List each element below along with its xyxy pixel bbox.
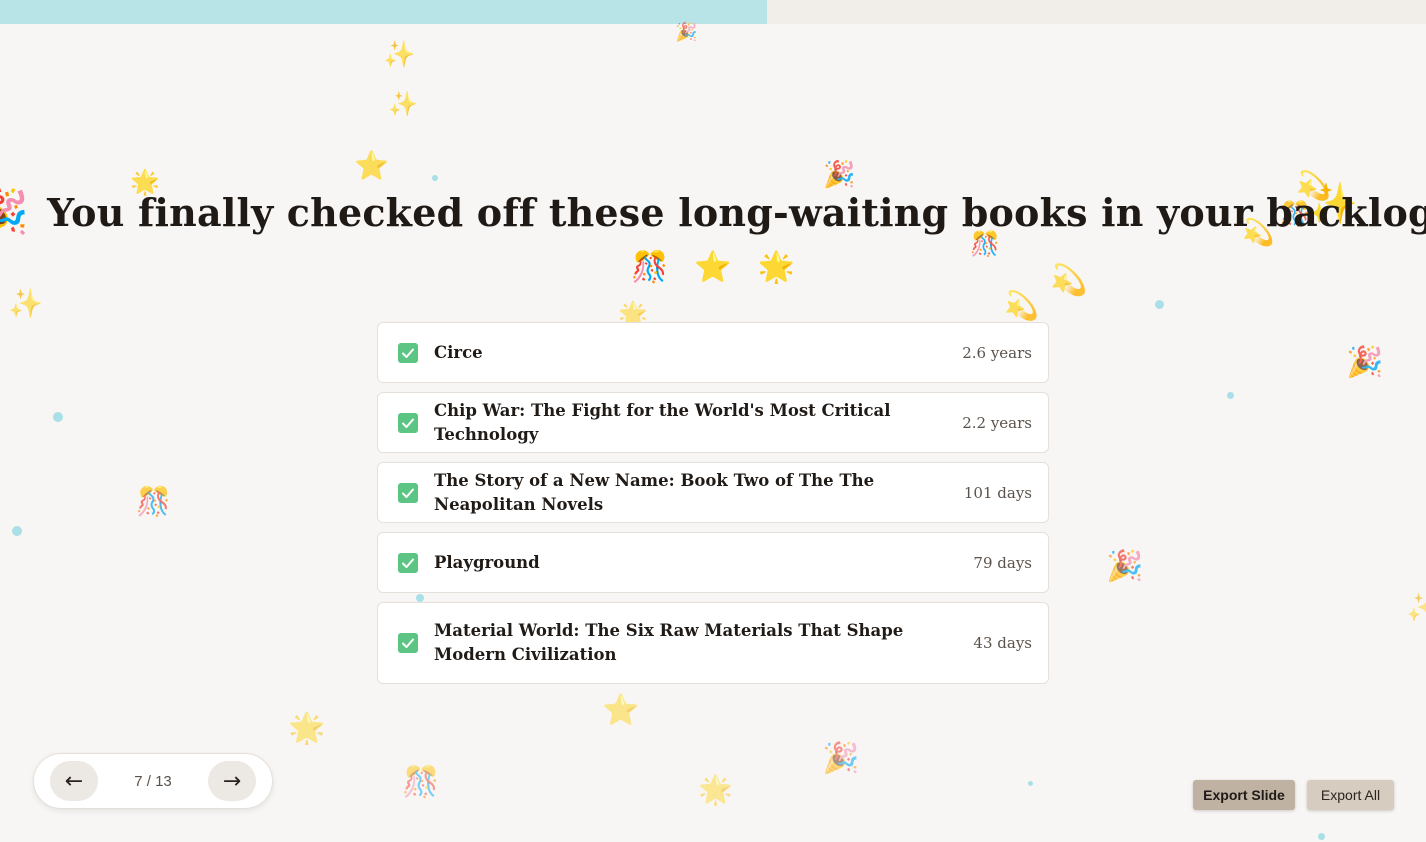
dizzy-icon: 💫 <box>1004 289 1039 322</box>
next-slide-button[interactable]: → <box>208 761 256 801</box>
completed-books-list: Circe 2.6 years Chip War: The Fight for … <box>377 322 1049 684</box>
glowing-star-icon: 🌟 <box>288 711 326 746</box>
confetti-dot <box>1155 300 1164 309</box>
star-icon: ⭐ <box>602 693 640 728</box>
page-indicator: 7 / 13 <box>134 772 172 790</box>
list-item: Material World: The Six Raw Materials Th… <box>377 602 1049 684</box>
party-popper-icon: 🎉 <box>1106 549 1144 584</box>
slide-heading: You finally checked off these long-waiti… <box>47 189 1426 235</box>
slide-progress-bar <box>0 0 1426 24</box>
list-item: Playground 79 days <box>377 532 1049 593</box>
book-title: Circe <box>434 342 483 362</box>
star-icon: ✨ <box>388 90 418 118</box>
confetti-dot <box>1318 833 1325 840</box>
checked-checkbox-icon <box>398 482 418 503</box>
slide-heading-row: 🎉 You finally checked off these long-wai… <box>0 186 1426 238</box>
export-all-button[interactable]: Export All <box>1307 780 1394 810</box>
list-item: Circe 2.6 years <box>377 322 1049 383</box>
book-title: The Story of a New Name: Book Two of The… <box>434 470 875 514</box>
party-popper-icon: 🎉 <box>0 187 30 238</box>
slide-progress-fill <box>0 0 768 24</box>
export-slide-button[interactable]: Export Slide <box>1193 780 1295 810</box>
star-icon: ✨ <box>1406 591 1426 624</box>
party-popper-icon: 🎉 <box>822 741 860 776</box>
checked-checkbox-icon <box>398 552 418 573</box>
slide-stage: ✨ ✨ 🎉 ⭐ 🌟 🎉 ✨ 💫 💫 🎊 🎊 💫 💫 ✨ 🌟 🎉 🎊 🎉 ✨ 🌟 … <box>0 0 1426 842</box>
party-popper-icon: 🎉 <box>1346 345 1384 380</box>
checked-checkbox-icon <box>398 633 418 653</box>
star-icon: ⭐ <box>354 149 389 182</box>
glowing-star-icon: 🌟 <box>698 773 733 806</box>
book-title: Playground <box>434 552 540 572</box>
star-icon: ✨ <box>383 40 416 70</box>
book-title: Material World: The Six Raw Materials Th… <box>434 621 904 664</box>
party-popper-icon: 🎊 <box>402 765 440 800</box>
book-wait-time: 101 days <box>963 483 1032 502</box>
confetti-dot <box>12 526 22 536</box>
star-icon: ⭐ <box>694 250 732 285</box>
book-wait-time: 43 days <box>973 634 1032 652</box>
confetti-dot <box>1227 392 1234 399</box>
confetti-ball-icon: 🎊 <box>630 250 669 285</box>
book-wait-time: 2.2 years <box>962 413 1032 432</box>
previous-slide-button[interactable]: ← <box>50 761 98 801</box>
celebration-emoji-row: 🎊 ⭐ 🌟 <box>0 250 1426 285</box>
confetti-dot <box>1028 781 1033 786</box>
glowing-star-icon: 🌟 <box>757 250 796 285</box>
checked-checkbox-icon <box>398 342 418 363</box>
list-item: The Story of a New Name: Book Two of The… <box>377 462 1049 523</box>
checked-checkbox-icon <box>398 412 418 433</box>
party-popper-icon: 🎉 <box>675 22 698 43</box>
book-wait-time: 2.6 years <box>962 343 1032 362</box>
star-icon: ✨ <box>8 287 43 320</box>
list-item: Chip War: The Fight for the World's Most… <box>377 392 1049 453</box>
confetti-dot <box>53 412 63 422</box>
book-title: Chip War: The Fight for the World's Most… <box>434 400 891 444</box>
party-popper-icon: 🎉 <box>823 160 856 190</box>
party-popper-icon: 🎊 <box>136 485 171 518</box>
book-wait-time: 79 days <box>973 553 1032 572</box>
slide-navigation: ← 7 / 13 → <box>33 753 273 809</box>
confetti-dot <box>432 175 438 181</box>
